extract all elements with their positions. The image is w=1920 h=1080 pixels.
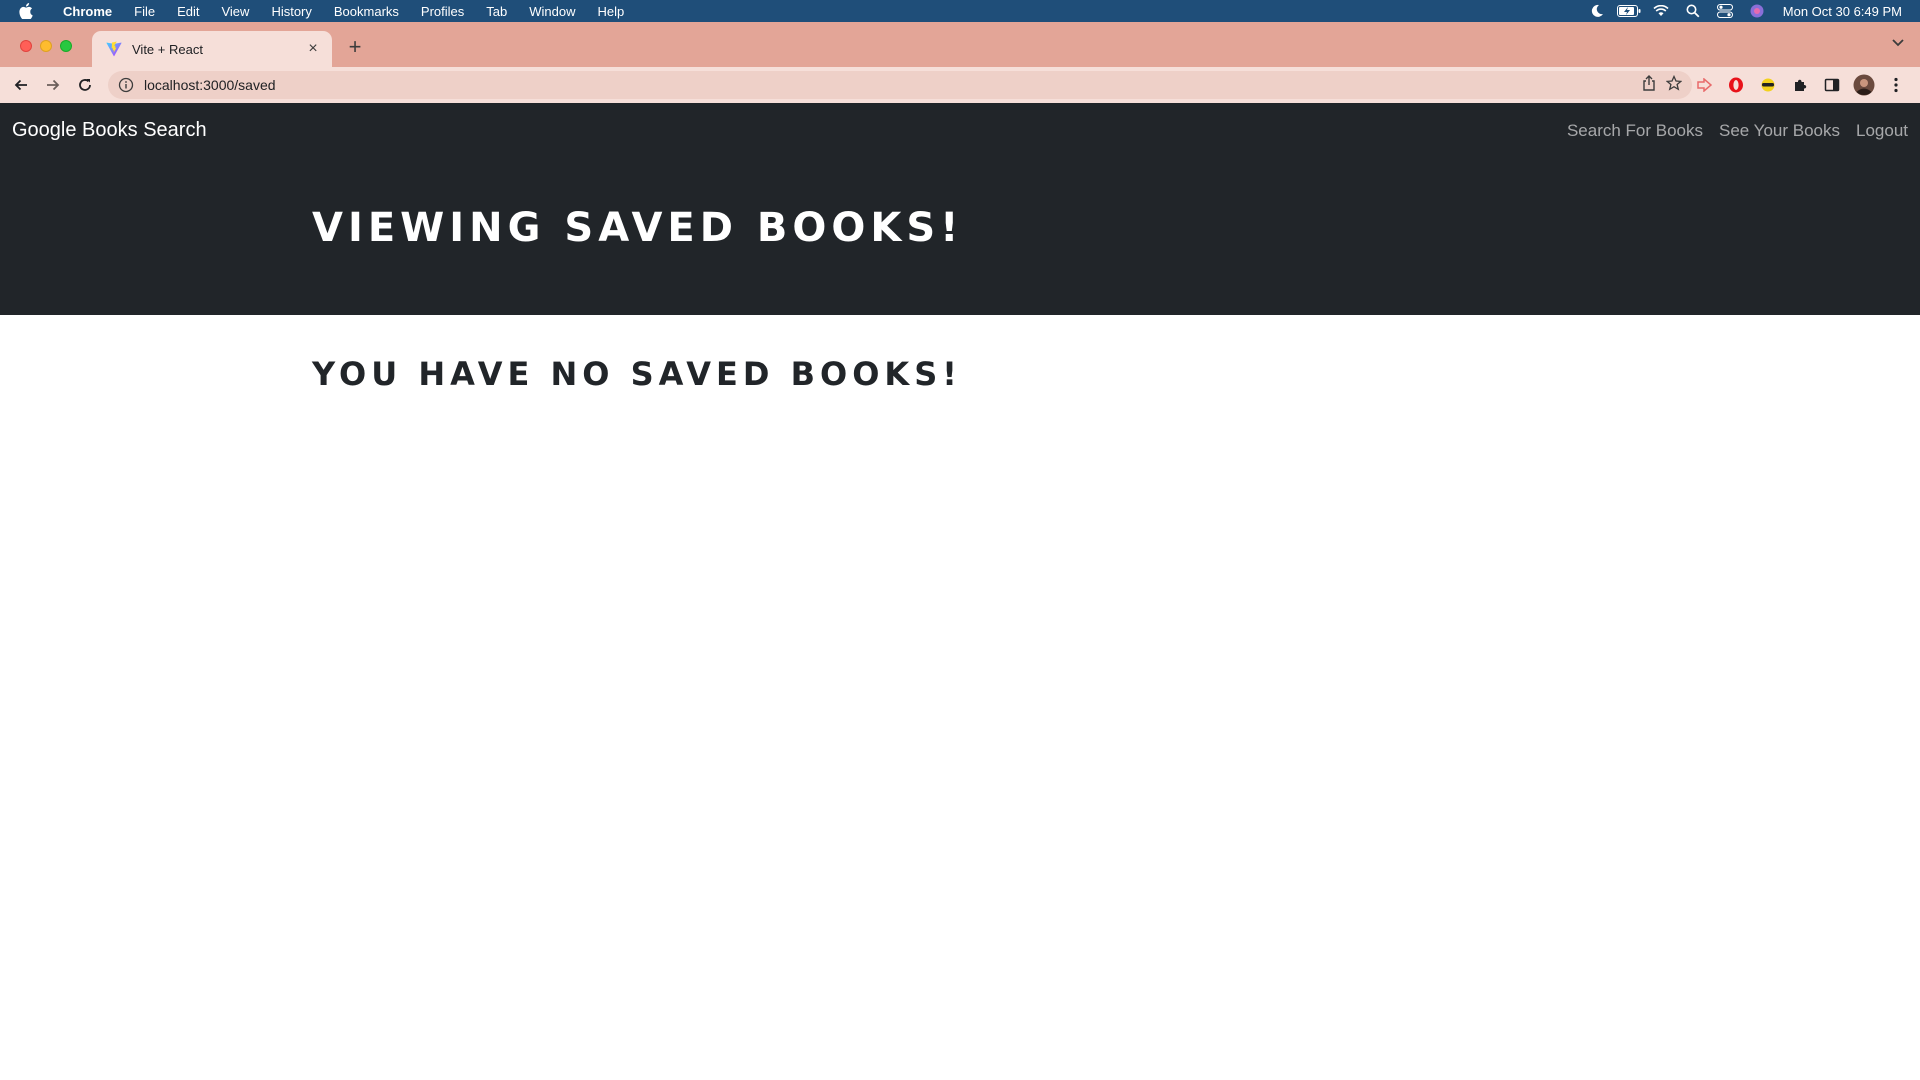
new-tab-plus-icon[interactable]: + <box>343 34 367 60</box>
battery-icon[interactable] <box>1613 0 1645 22</box>
sunglasses-extension-icon[interactable] <box>1752 71 1784 99</box>
browser-toolbar: localhost:3000/saved <box>0 67 1920 103</box>
puzzle-extensions-icon[interactable] <box>1784 71 1816 99</box>
opera-extension-icon[interactable] <box>1720 71 1752 99</box>
site-info-icon[interactable] <box>118 77 134 93</box>
window-controls <box>20 40 72 52</box>
tab-title: Vite + React <box>132 41 203 57</box>
menu-edit[interactable]: Edit <box>166 0 210 22</box>
menu-app-chrome[interactable]: Chrome <box>52 0 123 22</box>
nav-link-logout[interactable]: Logout <box>1856 121 1908 141</box>
share-icon[interactable] <box>1642 74 1656 96</box>
window-close-button[interactable] <box>20 40 32 52</box>
nav-link-search-for-books[interactable]: Search For Books <box>1567 121 1703 141</box>
web-page: Google Books Search Search For Books See… <box>0 103 1920 1080</box>
empty-state-message: You have no saved books! <box>312 355 962 393</box>
profile-avatar[interactable] <box>1848 71 1880 99</box>
window-maximize-button[interactable] <box>60 40 72 52</box>
url-text[interactable]: localhost:3000/saved <box>144 77 1642 93</box>
menu-window[interactable]: Window <box>518 0 586 22</box>
apple-menu-icon[interactable] <box>0 3 52 19</box>
spotlight-search-icon[interactable] <box>1677 0 1709 22</box>
tab-search-chevron-icon[interactable] <box>1892 34 1904 50</box>
menu-bookmarks[interactable]: Bookmarks <box>323 0 410 22</box>
forward-arrow-icon[interactable] <box>37 69 69 101</box>
vite-favicon-icon <box>106 41 122 57</box>
menu-view[interactable]: View <box>210 0 260 22</box>
menu-history[interactable]: History <box>260 0 322 22</box>
menu-help[interactable]: Help <box>587 0 636 22</box>
site-navbar: Google Books Search Search For Books See… <box>0 103 1920 161</box>
menubar-clock[interactable]: Mon Oct 30 6:49 PM <box>1783 4 1902 19</box>
browser-tab-strip: Vite + React × + <box>0 22 1920 67</box>
extensions-area <box>1688 71 1912 99</box>
control-center-icon[interactable] <box>1709 0 1741 22</box>
page-title: Viewing saved books! <box>312 205 964 251</box>
browser-tab-active[interactable]: Vite + React × <box>92 31 332 67</box>
bookmark-star-icon[interactable] <box>1665 74 1683 96</box>
macos-menubar: Chrome File Edit View History Bookmarks … <box>0 0 1920 22</box>
extension-arrow-icon[interactable] <box>1688 71 1720 99</box>
wifi-icon[interactable] <box>1645 0 1677 22</box>
moon-icon[interactable] <box>1581 0 1613 22</box>
navbar-brand[interactable]: Google Books Search <box>12 119 207 142</box>
tab-close-icon[interactable]: × <box>304 40 322 58</box>
window-minimize-button[interactable] <box>40 40 52 52</box>
address-bar[interactable]: localhost:3000/saved <box>108 71 1692 99</box>
nav-link-see-your-books[interactable]: See Your Books <box>1719 121 1840 141</box>
menu-file[interactable]: File <box>123 0 166 22</box>
hero-banner: Viewing saved books! <box>0 161 1920 315</box>
omnibox-actions <box>1642 74 1683 96</box>
menu-tab[interactable]: Tab <box>475 0 518 22</box>
chrome-menu-kebab-icon[interactable] <box>1880 71 1912 99</box>
back-arrow-icon[interactable] <box>5 69 37 101</box>
siri-icon[interactable] <box>1741 0 1773 22</box>
menu-profiles[interactable]: Profiles <box>410 0 475 22</box>
navbar-links: Search For Books See Your Books Logout <box>1567 121 1908 141</box>
side-panel-icon[interactable] <box>1816 71 1848 99</box>
reload-icon[interactable] <box>69 69 101 101</box>
